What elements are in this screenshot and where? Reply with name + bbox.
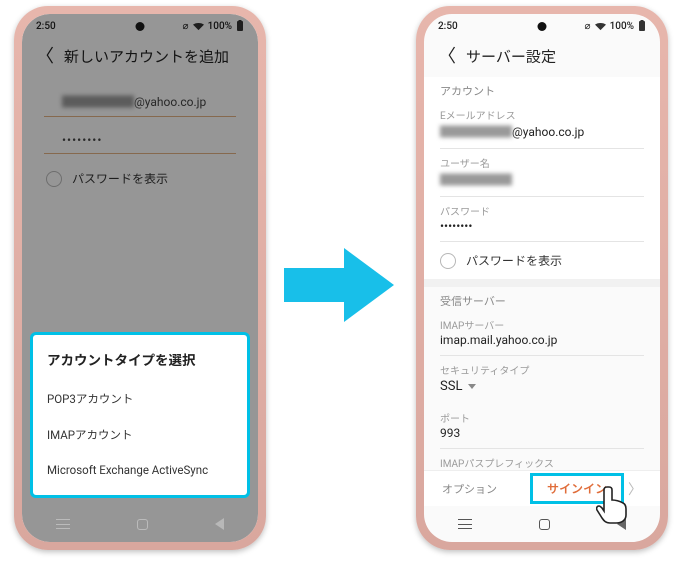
wifi-icon (595, 22, 606, 31)
pointer-hand-icon (596, 484, 630, 524)
nav-recent-icon[interactable] (458, 519, 472, 529)
label-imap-server: IMAPサーバー (424, 311, 660, 332)
nfc-icon: ⌀ (183, 21, 189, 32)
email-suffix: @yahoo.co.jp (134, 95, 206, 109)
battery-text: 100% (208, 21, 232, 32)
nav-home-icon[interactable] (539, 519, 550, 530)
chevron-right-icon: 〉 (628, 479, 642, 499)
show-password-label: パスワードを表示 (72, 170, 168, 187)
password-field[interactable]: •••••••• (44, 123, 236, 154)
value-port[interactable]: 993 (424, 425, 660, 448)
page-title: 新しいアカウントを追加 (64, 46, 229, 67)
nav-recent-icon[interactable] (56, 519, 70, 529)
transition-arrow (284, 244, 396, 326)
battery-icon (638, 20, 646, 32)
security-value: SSL (440, 379, 462, 394)
camera-punch (538, 22, 547, 31)
back-icon[interactable]: 〈 (438, 48, 456, 66)
clock: 2:50 (438, 21, 458, 32)
section-divider (424, 279, 660, 287)
sheet-option-imap[interactable]: IMAPアカウント (47, 417, 233, 453)
show-password-toggle[interactable]: パスワードを表示 (22, 154, 258, 203)
value-username[interactable]: ██████ (424, 170, 660, 196)
email-masked: ██████ (62, 93, 134, 110)
label-port: ポート (424, 404, 660, 425)
email-field[interactable]: ██████@yahoo.co.jp (44, 83, 236, 117)
section-incoming: 受信サーバー (424, 287, 660, 311)
back-icon[interactable]: 〈 (36, 48, 54, 66)
label-path-prefix: IMAPパスプレフィックス (424, 449, 660, 470)
header: 〈 サーバー設定 (424, 38, 660, 77)
page-title: サーバー設定 (466, 46, 556, 67)
header: 〈 新しいアカウントを追加 (22, 38, 258, 77)
phone-right: 2:50 ⌀ 100% 〈 サーバー設定 アカウント Eメ (416, 6, 668, 550)
chevron-down-icon (468, 384, 476, 389)
sheet-option-pop3[interactable]: POP3アカウント (47, 381, 233, 417)
section-account: アカウント (424, 77, 660, 101)
label-email: Eメールアドレス (424, 101, 660, 122)
battery-icon (236, 20, 244, 32)
account-type-sheet: アカウントタイプを選択 POP3アカウント IMAPアカウント Microsof… (30, 332, 250, 498)
value-email[interactable]: ██████@yahoo.co.jp (424, 122, 660, 148)
nfc-icon: ⌀ (585, 21, 591, 32)
nav-back-icon[interactable] (215, 518, 224, 530)
label-username: ユーザー名 (424, 149, 660, 170)
radio-unchecked-icon (46, 171, 62, 187)
value-imap-server[interactable]: imap.mail.yahoo.co.jp (424, 332, 660, 355)
label-password: パスワード (424, 197, 660, 218)
android-navbar (22, 506, 258, 542)
security-dropdown[interactable]: SSL (424, 377, 660, 404)
label-security: セキュリティタイプ (424, 356, 660, 377)
clock: 2:50 (36, 21, 56, 32)
password-value: •••••••• (62, 133, 102, 147)
show-password-toggle[interactable]: パスワードを表示 (424, 242, 660, 279)
wifi-icon (193, 22, 204, 31)
value-password[interactable]: •••••••• (424, 218, 660, 241)
value-path-prefix: オプション (442, 481, 497, 497)
phone-left: 2:50 ⌀ 100% 〈 新しいアカウントを追加 ██████@yahoo (14, 6, 266, 550)
nav-home-icon[interactable] (137, 519, 148, 530)
show-password-label: パスワードを表示 (466, 252, 562, 269)
camera-punch (136, 22, 145, 31)
sheet-title: アカウントタイプを選択 (47, 349, 233, 369)
sheet-option-eas[interactable]: Microsoft Exchange ActiveSync (47, 453, 233, 487)
radio-unchecked-icon (440, 253, 456, 269)
battery-text: 100% (610, 21, 634, 32)
